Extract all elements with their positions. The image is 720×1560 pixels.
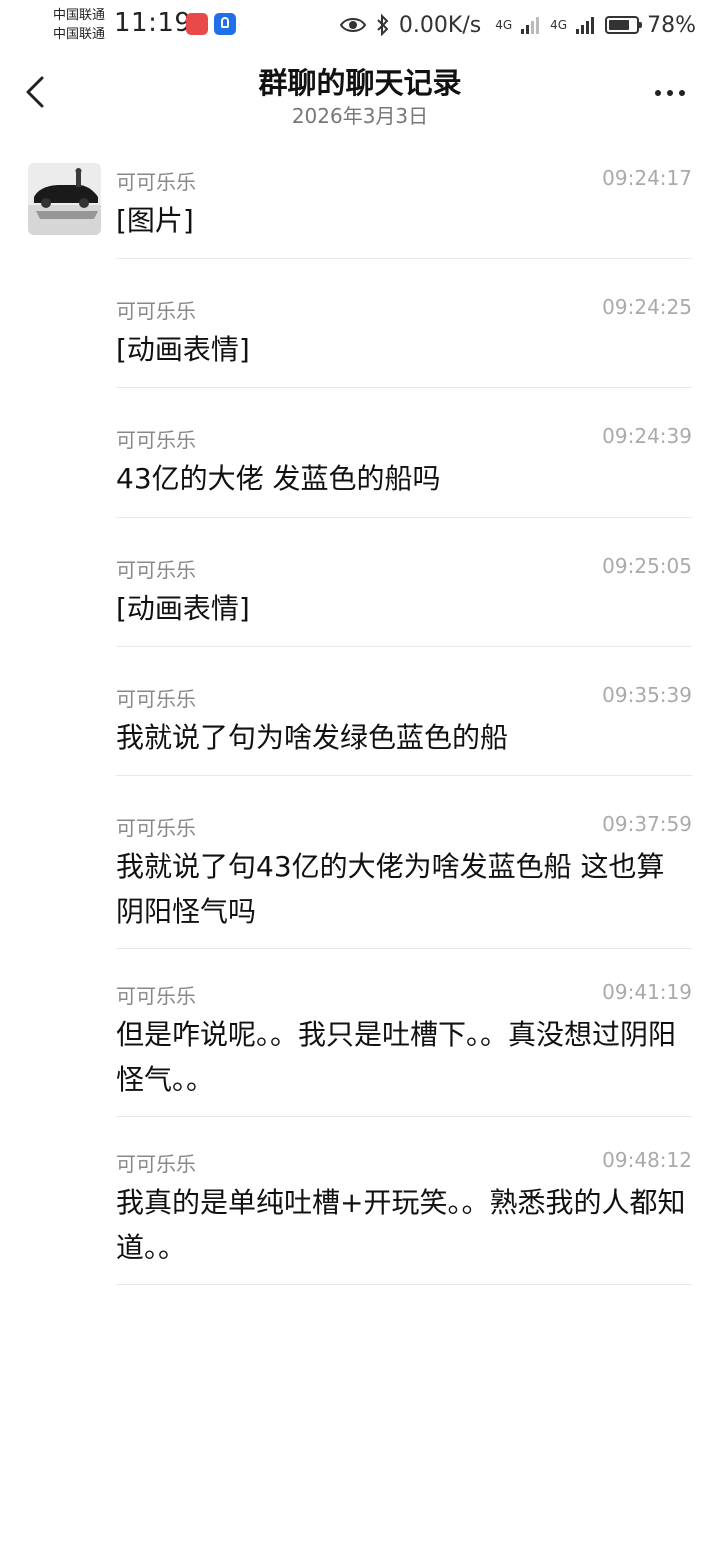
signal-icon xyxy=(521,17,540,34)
message-time: 09:24:25 xyxy=(602,295,692,319)
message-content: [动画表情] xyxy=(116,333,250,366)
signal-icon xyxy=(576,17,595,34)
message-item[interactable]: 可可乐乐 09:41:19 但是咋说呢。。我只是吐槽下。。真没想过阴阳怪气。。 xyxy=(116,980,692,1117)
sender-name: 可可乐乐 xyxy=(116,428,196,452)
battery-icon xyxy=(605,16,643,34)
message-item[interactable]: 可可乐乐 09:24:39 43亿的大佬 发蓝色的船吗 xyxy=(116,424,692,518)
status-bar: 中国联通 中国联通 11:19 0.00K/s 4G 4G 78% xyxy=(0,0,720,50)
message-item[interactable]: 可可乐乐 09:24:25 [动画表情] xyxy=(116,295,692,388)
message-item[interactable]: 可可乐乐 09:24:17 [图片] xyxy=(116,166,692,259)
status-time: 11:19 xyxy=(114,8,192,38)
message-time: 09:24:17 xyxy=(602,166,692,190)
sender-name: 可可乐乐 xyxy=(116,984,196,1008)
signal-label-2: 4G xyxy=(550,18,568,32)
page-title: 群聊的聊天记录 xyxy=(258,66,462,100)
battery-fill xyxy=(609,20,630,30)
status-right: 0.00K/s 4G 4G 78% xyxy=(339,10,696,40)
message-content: 但是咋说呢。。我只是吐槽下。。真没想过阴阳怪气。。 xyxy=(116,1018,677,1096)
chat-history-header: 群聊的聊天记录 2026年3月3日 xyxy=(0,52,720,138)
message-item[interactable]: 可可乐乐 09:48:12 我真的是单纯吐槽+开玩笑。。熟悉我的人都知道。。 xyxy=(116,1148,692,1285)
carrier-2: 中国联通 xyxy=(53,27,106,42)
network-speed: 0.00K/s xyxy=(398,12,482,38)
huawei-appgallery-icon xyxy=(186,13,208,35)
sender-name: 可可乐乐 xyxy=(116,687,196,711)
bluetooth-icon xyxy=(377,13,389,37)
tips-icon xyxy=(214,13,236,35)
message-item[interactable]: 可可乐乐 09:25:05 [动画表情] xyxy=(116,554,692,647)
sender-name: 可可乐乐 xyxy=(116,170,196,194)
signal-label-1: 4G xyxy=(495,18,513,32)
message-item[interactable]: 可可乐乐 09:35:39 我就说了句为啥发绿色蓝色的船 xyxy=(116,683,692,776)
message-content: 我就说了句为啥发绿色蓝色的船 xyxy=(116,721,509,754)
sender-name: 可可乐乐 xyxy=(116,816,196,840)
sender-name: 可可乐乐 xyxy=(116,299,196,323)
avatar[interactable] xyxy=(28,163,101,235)
car-photo-avatar xyxy=(28,163,101,235)
message-time: 09:24:39 xyxy=(602,424,692,448)
message-content: [动画表情] xyxy=(116,592,250,625)
message-content: 我真的是单纯吐槽+开玩笑。。熟悉我的人都知道。。 xyxy=(116,1186,686,1264)
message-content: 43亿的大佬 发蓝色的船吗 xyxy=(116,462,441,495)
sender-name: 可可乐乐 xyxy=(116,558,196,582)
message-time: 09:35:39 xyxy=(602,683,692,707)
page-subtitle-date: 2026年3月3日 xyxy=(291,104,429,128)
carrier-1: 中国联通 xyxy=(53,8,106,23)
message-time: 09:48:12 xyxy=(602,1148,692,1172)
message-item[interactable]: 可可乐乐 09:37:59 我就说了句43亿的大佬为啥发蓝色船 这也算阴阳怪气吗 xyxy=(116,812,692,949)
message-time: 09:37:59 xyxy=(602,812,692,836)
message-time: 09:25:05 xyxy=(602,554,692,578)
eye-icon xyxy=(339,18,367,32)
sender-name: 可可乐乐 xyxy=(116,1152,196,1176)
more-icon xyxy=(655,90,685,96)
message-time: 09:41:19 xyxy=(602,980,692,1004)
more-button[interactable] xyxy=(650,80,690,106)
carrier-info: 中国联通 中国联通 xyxy=(53,6,105,44)
battery-percent: 78% xyxy=(647,12,696,38)
message-content: 我就说了句43亿的大佬为啥发蓝色船 这也算阴阳怪气吗 xyxy=(116,850,665,928)
message-content: [图片] xyxy=(116,204,194,237)
